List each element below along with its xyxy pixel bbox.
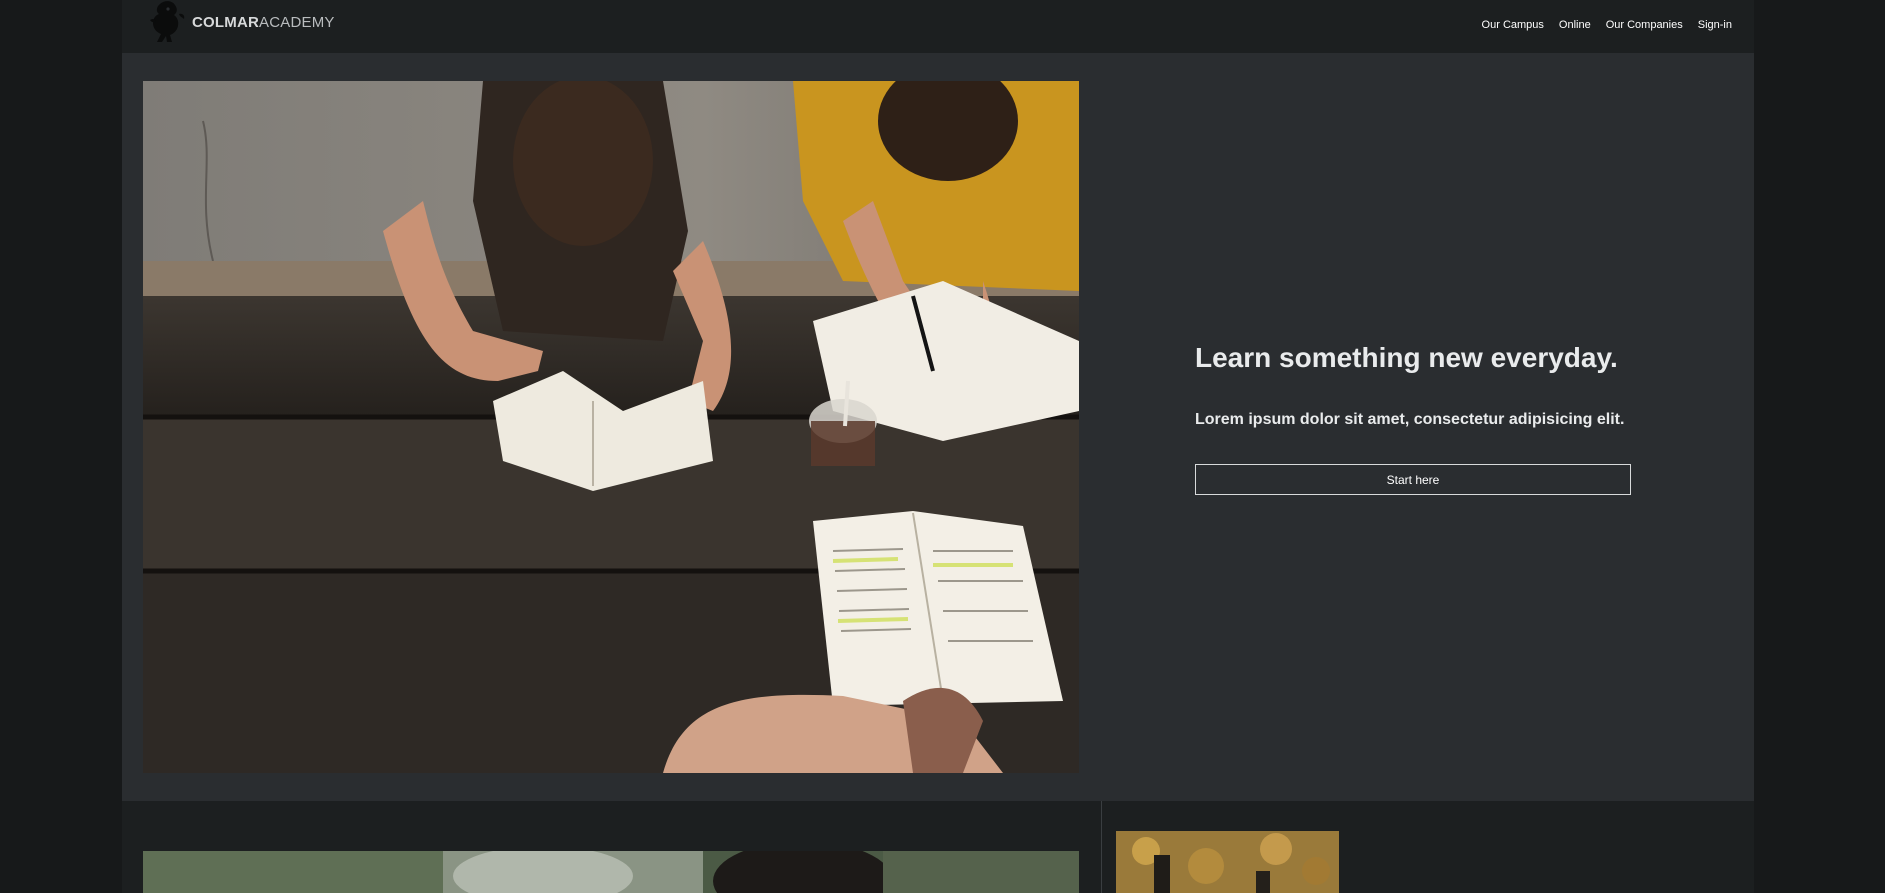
feature-photo-right: [1116, 831, 1339, 893]
hero-photo-students-studying: [143, 81, 1079, 773]
site-logo[interactable]: COLMARACADEMY: [148, 0, 335, 44]
nav-link-our-campus[interactable]: Our Campus: [1482, 19, 1544, 31]
logo-wordmark: COLMARACADEMY: [192, 14, 335, 31]
nav-link-our-companies[interactable]: Our Companies: [1606, 19, 1683, 31]
hero-subtitle: Lorem ipsum dolor sit amet, consectetur …: [1195, 411, 1625, 428]
feature-photo-right-illustration: [1116, 831, 1339, 893]
hero-content: Learn something new everyday. Lorem ipsu…: [1195, 340, 1631, 495]
hero-title: Learn something new everyday.: [1195, 342, 1618, 373]
column-divider: [1101, 801, 1102, 893]
logo-wordmark-light: ACADEMY: [259, 13, 335, 31]
lion-emblem-icon: [150, 1, 185, 42]
main-nav: Our Campus Online Our Companies Sign-in: [1482, 19, 1732, 31]
feature-photo-left: [143, 851, 1079, 893]
lower-section: [122, 801, 1754, 893]
page-container: COLMARACADEMY Our Campus Online Our Comp…: [122, 0, 1754, 893]
nav-link-sign-in[interactable]: Sign-in: [1698, 19, 1732, 31]
nav-link-online[interactable]: Online: [1559, 19, 1591, 31]
start-here-button[interactable]: Start here: [1195, 464, 1631, 495]
site-header: COLMARACADEMY Our Campus Online Our Comp…: [122, 0, 1754, 53]
hero-photo-illustration: [143, 81, 1079, 773]
feature-photo-left-illustration: [143, 851, 1079, 893]
logo-wordmark-bold: COLMAR: [192, 13, 260, 31]
